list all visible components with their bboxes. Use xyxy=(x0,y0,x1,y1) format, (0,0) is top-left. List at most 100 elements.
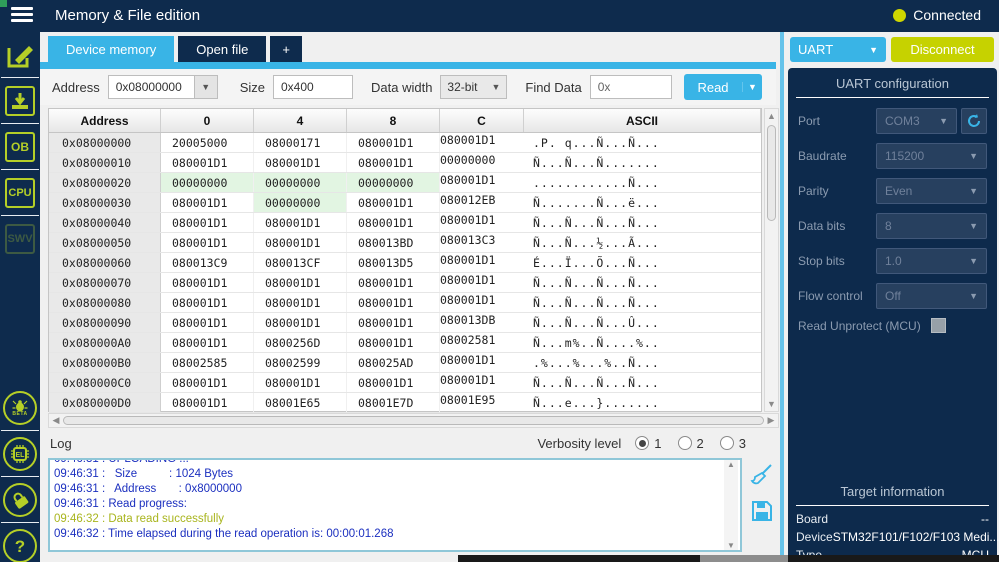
memory-cell[interactable]: 080001D1 xyxy=(440,353,524,372)
radio-button[interactable] xyxy=(677,436,692,450)
table-horizontal-scrollbar[interactable]: ◀ ▶ xyxy=(48,413,779,428)
sidebar-item-cpu[interactable]: CPU xyxy=(3,173,37,213)
sidebar-item-swv[interactable]: SWV xyxy=(3,219,37,259)
verbosity-option[interactable]: 1 xyxy=(635,436,662,451)
data-width-select[interactable]: 32-bit ▼ xyxy=(440,75,508,99)
flow-control-select[interactable]: Off ▼ xyxy=(876,283,987,309)
memory-cell[interactable]: 20005000 xyxy=(161,133,254,152)
read-dropdown-arrow-icon[interactable]: ▼ xyxy=(742,82,762,92)
read-button[interactable]: Read ▼ xyxy=(684,74,762,100)
disconnect-button[interactable]: Disconnect xyxy=(891,37,994,62)
memory-cell[interactable]: 080001D1 xyxy=(161,393,254,412)
memory-cell[interactable]: 00000000 xyxy=(440,153,524,172)
log-output[interactable]: 09:46:31 : UPLOADING ... 09:46:31 : Size … xyxy=(48,458,742,552)
column-header[interactable]: ASCII xyxy=(524,109,761,132)
table-vertical-scrollbar[interactable]: ▲ ▼ xyxy=(764,108,779,412)
sidebar-item-help[interactable]: ? xyxy=(3,526,37,562)
memory-cell[interactable]: 080025AD xyxy=(347,353,440,372)
memory-cell[interactable]: 080001D1 xyxy=(347,273,440,292)
memory-cell[interactable]: 080001D1 xyxy=(440,373,524,392)
sidebar-item-memory-file[interactable] xyxy=(3,35,37,75)
memory-cell[interactable]: 080001D1 xyxy=(347,133,440,152)
port-select[interactable]: COM3 ▼ xyxy=(876,108,957,134)
memory-cell[interactable]: 080001D1 xyxy=(254,213,347,232)
memory-cell[interactable]: 080001D1 xyxy=(254,313,347,332)
memory-cell[interactable]: 080001D1 xyxy=(254,293,347,312)
memory-cell[interactable]: 080001D1 xyxy=(440,213,524,232)
memory-cell[interactable]: 080001D1 xyxy=(161,233,254,252)
memory-cell[interactable]: 080013C3 xyxy=(440,233,524,252)
memory-cell[interactable]: 080001D1 xyxy=(440,273,524,292)
parity-select[interactable]: Even ▼ xyxy=(876,178,987,204)
log-vertical-scrollbar[interactable]: ▲ ▼ xyxy=(724,460,738,550)
radio-button[interactable] xyxy=(635,436,650,450)
read-unprotect-checkbox[interactable] xyxy=(930,318,946,333)
clear-log-broom-icon[interactable] xyxy=(750,462,774,486)
memory-cell[interactable]: 080013D5 xyxy=(347,253,440,272)
memory-cell[interactable]: 080001D1 xyxy=(440,293,524,312)
memory-cell[interactable]: 080001D1 xyxy=(440,253,524,272)
memory-cell[interactable]: 08001E7D xyxy=(347,393,440,412)
memory-cell[interactable]: 080001D1 xyxy=(347,373,440,392)
column-header[interactable]: C xyxy=(440,109,524,132)
memory-cell[interactable]: 080001D1 xyxy=(254,153,347,172)
memory-cell[interactable]: 080001D1 xyxy=(347,313,440,332)
tab-add-button[interactable]: + xyxy=(270,36,302,62)
memory-cell[interactable]: 080001D1 xyxy=(254,233,347,252)
address-dropdown-arrow-icon[interactable]: ▼ xyxy=(193,75,218,99)
find-data-input[interactable]: 0x xyxy=(589,75,672,99)
memory-cell[interactable]: 080001D1 xyxy=(347,153,440,172)
memory-cell[interactable]: 080001D1 xyxy=(254,373,347,392)
memory-cell[interactable]: 080013CF xyxy=(254,253,347,272)
memory-cell[interactable]: 00000000 xyxy=(254,193,347,212)
sidebar-item-option-bytes[interactable]: OB xyxy=(3,127,37,167)
memory-cell[interactable]: 080001D1 xyxy=(161,293,254,312)
memory-cell[interactable]: 080001D1 xyxy=(161,313,254,332)
memory-cell[interactable]: 080013C9 xyxy=(161,253,254,272)
column-header[interactable]: 4 xyxy=(254,109,347,132)
memory-cell[interactable]: 080012EB xyxy=(440,193,524,212)
column-header[interactable]: 8 xyxy=(347,109,440,132)
memory-cell[interactable]: 08001E95 xyxy=(440,393,524,412)
sidebar-item-erasing-programming[interactable] xyxy=(3,81,37,121)
memory-cell[interactable]: 080001D1 xyxy=(347,293,440,312)
baudrate-select[interactable]: 115200 ▼ xyxy=(876,143,987,169)
memory-cell[interactable]: 00000000 xyxy=(161,173,254,192)
save-log-floppy-icon[interactable] xyxy=(751,500,773,522)
memory-cell[interactable]: 00000000 xyxy=(254,173,347,192)
memory-cell[interactable]: 080001D1 xyxy=(161,213,254,232)
memory-cell[interactable]: 08001E65 xyxy=(254,393,347,412)
data-bits-select[interactable]: 8 ▼ xyxy=(876,213,987,239)
memory-cell[interactable]: 08002581 xyxy=(440,333,524,352)
hamburger-menu-icon[interactable] xyxy=(11,7,33,25)
memory-cell[interactable]: 080013BD xyxy=(347,233,440,252)
memory-cell[interactable]: 00000000 xyxy=(347,173,440,192)
memory-cell[interactable]: 08000171 xyxy=(254,133,347,152)
column-header[interactable]: Address xyxy=(49,109,161,132)
memory-cell[interactable]: 080013DB xyxy=(440,313,524,332)
memory-cell[interactable]: 080001D1 xyxy=(347,213,440,232)
sidebar-item-external-loaders[interactable]: EL xyxy=(3,434,37,474)
refresh-ports-button[interactable] xyxy=(961,108,987,134)
memory-cell[interactable]: 080001D1 xyxy=(161,153,254,172)
tab-open-file[interactable]: Open file xyxy=(178,36,267,62)
radio-button[interactable] xyxy=(719,436,734,450)
memory-cell[interactable]: 08002599 xyxy=(254,353,347,372)
memory-cell[interactable]: 08002585 xyxy=(161,353,254,372)
memory-cell[interactable]: 080001D1 xyxy=(440,173,524,192)
verbosity-option[interactable]: 2 xyxy=(677,436,704,451)
memory-cell[interactable]: 080001D1 xyxy=(347,333,440,352)
size-input[interactable]: 0x400 xyxy=(273,75,353,99)
verbosity-option[interactable]: 3 xyxy=(719,436,746,451)
tab-device-memory[interactable]: Device memory xyxy=(48,36,175,62)
memory-cell[interactable]: 080001D1 xyxy=(254,273,347,292)
memory-cell[interactable]: 080001D1 xyxy=(440,133,524,152)
stop-bits-select[interactable]: 1.0 ▼ xyxy=(876,248,987,274)
memory-cell[interactable]: 080001D1 xyxy=(161,193,254,212)
sidebar-item-beta-tools[interactable]: BETA xyxy=(3,388,37,428)
column-header[interactable]: 0 xyxy=(161,109,254,132)
sidebar-item-secure-programming[interactable] xyxy=(3,480,37,520)
interface-select[interactable]: UART ▼ xyxy=(790,37,886,62)
memory-cell[interactable]: 080001D1 xyxy=(347,193,440,212)
memory-cell[interactable]: 080001D1 xyxy=(161,333,254,352)
